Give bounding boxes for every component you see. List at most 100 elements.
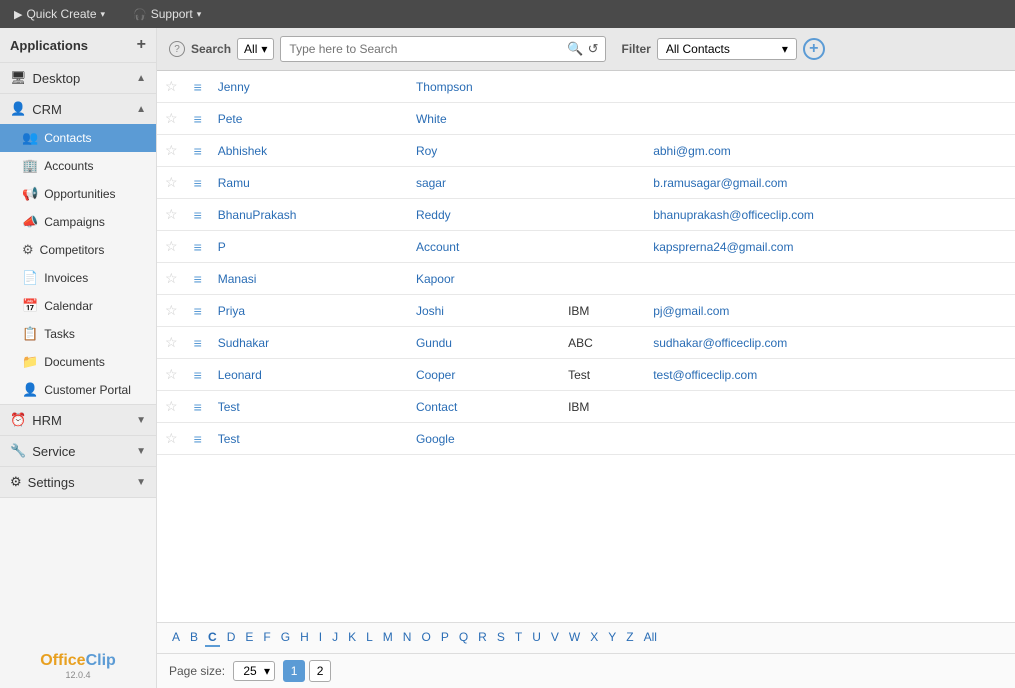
contact-last-name[interactable]: sagar [408,167,560,199]
contact-last-name[interactable]: Thompson [408,71,560,103]
alpha-letter-e[interactable]: E [242,629,256,647]
star-cell[interactable]: ☆ [157,359,186,391]
sidebar-item-opportunities[interactable]: 📢 Opportunities [0,180,156,208]
alpha-letter-n[interactable]: N [400,629,415,647]
lines-icon[interactable]: ≡ [194,143,202,159]
lines-cell[interactable]: ≡ [186,135,210,167]
alpha-letter-q[interactable]: Q [456,629,471,647]
alpha-letter-c[interactable]: C [205,629,220,647]
sidebar-item-accounts[interactable]: 🏢 Accounts [0,152,156,180]
filter-select[interactable]: All Contacts ▾ [657,38,797,60]
sidebar-section-crm-header[interactable]: 👤 CRM ▲ [0,94,156,124]
star-cell[interactable]: ☆ [157,103,186,135]
lines-cell[interactable]: ≡ [186,167,210,199]
quick-create-button[interactable]: ▶ Quick Create ▾ [8,5,111,23]
contact-last-name[interactable]: White [408,103,560,135]
contact-email[interactable] [645,391,1015,423]
support-button[interactable]: 🎧 Support ▾ [127,5,207,23]
contact-email[interactable]: b.ramusagar@gmail.com [645,167,1015,199]
contact-first-name[interactable]: Priya [210,295,408,327]
contact-email[interactable]: test@officeclip.com [645,359,1015,391]
contact-last-name[interactable]: Google [408,423,560,455]
lines-icon[interactable]: ≡ [194,335,202,351]
page-number-2[interactable]: 2 [309,660,331,682]
sidebar-item-campaigns[interactable]: 📣 Campaigns [0,208,156,236]
contact-first-name[interactable]: P [210,231,408,263]
alpha-letter-x[interactable]: X [587,629,601,647]
alpha-letter-k[interactable]: K [345,629,359,647]
contact-last-name[interactable]: Contact [408,391,560,423]
star-cell[interactable]: ☆ [157,263,186,295]
contact-email[interactable]: kapsprerna24@gmail.com [645,231,1015,263]
star-icon[interactable]: ☆ [165,366,178,382]
contact-email[interactable]: abhi@gm.com [645,135,1015,167]
lines-cell[interactable]: ≡ [186,231,210,263]
lines-icon[interactable]: ≡ [194,111,202,127]
page-number-1[interactable]: 1 [283,660,305,682]
contact-first-name[interactable]: BhanuPrakash [210,199,408,231]
add-filter-button[interactable]: + [803,38,825,60]
alpha-letter-f[interactable]: F [260,629,273,647]
star-cell[interactable]: ☆ [157,327,186,359]
contact-last-name[interactable]: Gundu [408,327,560,359]
contact-email[interactable]: pj@gmail.com [645,295,1015,327]
search-clear-button[interactable]: ↺ [586,39,601,59]
star-icon[interactable]: ☆ [165,302,178,318]
contact-last-name[interactable]: Joshi [408,295,560,327]
contact-email[interactable] [645,423,1015,455]
contact-first-name[interactable]: Leonard [210,359,408,391]
lines-cell[interactable]: ≡ [186,359,210,391]
search-type-select[interactable]: All ▾ [237,38,274,60]
sidebar-item-calendar[interactable]: 📅 Calendar [0,292,156,320]
contact-email[interactable] [645,263,1015,295]
sidebar-section-desktop-header[interactable]: 🖥 Desktop ▲ [0,63,156,93]
contact-last-name[interactable]: Roy [408,135,560,167]
contact-first-name[interactable]: Manasi [210,263,408,295]
contact-last-name[interactable]: Cooper [408,359,560,391]
lines-cell[interactable]: ≡ [186,71,210,103]
lines-icon[interactable]: ≡ [194,367,202,383]
alpha-letter-d[interactable]: D [224,629,239,647]
star-icon[interactable]: ☆ [165,398,178,414]
lines-icon[interactable]: ≡ [194,239,202,255]
search-input[interactable] [285,40,565,58]
contact-last-name[interactable]: Account [408,231,560,263]
alpha-letter-s[interactable]: S [494,629,508,647]
alpha-letter-all[interactable]: All [641,629,660,647]
contact-first-name[interactable]: Pete [210,103,408,135]
alpha-letter-u[interactable]: U [529,629,544,647]
sidebar-item-competitors[interactable]: ⚙ Competitors [0,236,156,264]
star-icon[interactable]: ☆ [165,174,178,190]
star-cell[interactable]: ☆ [157,135,186,167]
sidebar-section-settings-header[interactable]: ⚙ Settings ▼ [0,467,156,497]
contact-last-name[interactable]: Kapoor [408,263,560,295]
contact-first-name[interactable]: Test [210,391,408,423]
star-cell[interactable]: ☆ [157,199,186,231]
star-cell[interactable]: ☆ [157,391,186,423]
lines-icon[interactable]: ≡ [194,431,202,447]
star-icon[interactable]: ☆ [165,270,178,286]
alpha-letter-y[interactable]: Y [605,629,619,647]
alpha-letter-j[interactable]: J [329,629,341,647]
lines-cell[interactable]: ≡ [186,391,210,423]
star-icon[interactable]: ☆ [165,142,178,158]
star-cell[interactable]: ☆ [157,231,186,263]
star-cell[interactable]: ☆ [157,71,186,103]
contact-last-name[interactable]: Reddy [408,199,560,231]
alpha-letter-a[interactable]: A [169,629,183,647]
sidebar-item-customer-portal[interactable]: 👤 Customer Portal [0,376,156,404]
star-cell[interactable]: ☆ [157,167,186,199]
page-size-select[interactable]: 25 ▾ [233,661,275,681]
star-icon[interactable]: ☆ [165,206,178,222]
alpha-letter-t[interactable]: T [512,629,525,647]
sidebar-add-icon[interactable]: + [137,36,146,54]
contact-first-name[interactable]: Jenny [210,71,408,103]
alpha-letter-z[interactable]: Z [623,629,636,647]
contact-email[interactable] [645,71,1015,103]
sidebar-item-documents[interactable]: 📁 Documents [0,348,156,376]
lines-cell[interactable]: ≡ [186,423,210,455]
contact-email[interactable]: sudhakar@officeclip.com [645,327,1015,359]
star-icon[interactable]: ☆ [165,430,178,446]
alpha-letter-l[interactable]: L [363,629,376,647]
contact-email[interactable] [645,103,1015,135]
